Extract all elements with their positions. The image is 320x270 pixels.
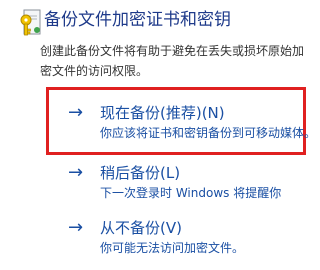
never-backup-subtitle: 你可能无法访问加密文件。 [100, 241, 245, 255]
backup-later-title: 稍后备份(L) [100, 164, 181, 182]
dialog-header [20, 8, 42, 38]
encryption-backup-dialog: 备份文件加密证书和密钥 创建此备份文件将有助于避免在丢失或损坏原始加密文件的访问… [0, 0, 320, 270]
arrow-right-icon: → [68, 102, 84, 123]
never-backup-title: 从不备份(V) [100, 219, 182, 237]
never-backup-option[interactable]: → 从不备份(V) 你可能无法访问加密文件。 [46, 217, 306, 257]
dialog-title: 备份文件加密证书和密钥 [44, 10, 231, 30]
backup-later-option[interactable]: → 稍后备份(L) 下一次登录时 Windows 将提醒你 [46, 162, 306, 202]
arrow-right-icon: → [68, 162, 84, 183]
backup-later-subtitle: 下一次登录时 Windows 将提醒你 [100, 186, 282, 200]
certificate-key-icon [20, 9, 41, 36]
backup-now-subtitle: 你应该将证书和密钥备份到可移动媒体。 [100, 126, 317, 140]
dialog-description: 创建此备份文件将有助于避免在丢失或损坏原始加密文件的访问权限。 [40, 44, 305, 78]
backup-now-title: 现在备份(推荐)(N) [100, 104, 225, 122]
arrow-right-icon: → [68, 217, 84, 238]
backup-now-option[interactable]: → 现在备份(推荐)(N) 你应该将证书和密钥备份到可移动媒体。 [46, 87, 316, 155]
